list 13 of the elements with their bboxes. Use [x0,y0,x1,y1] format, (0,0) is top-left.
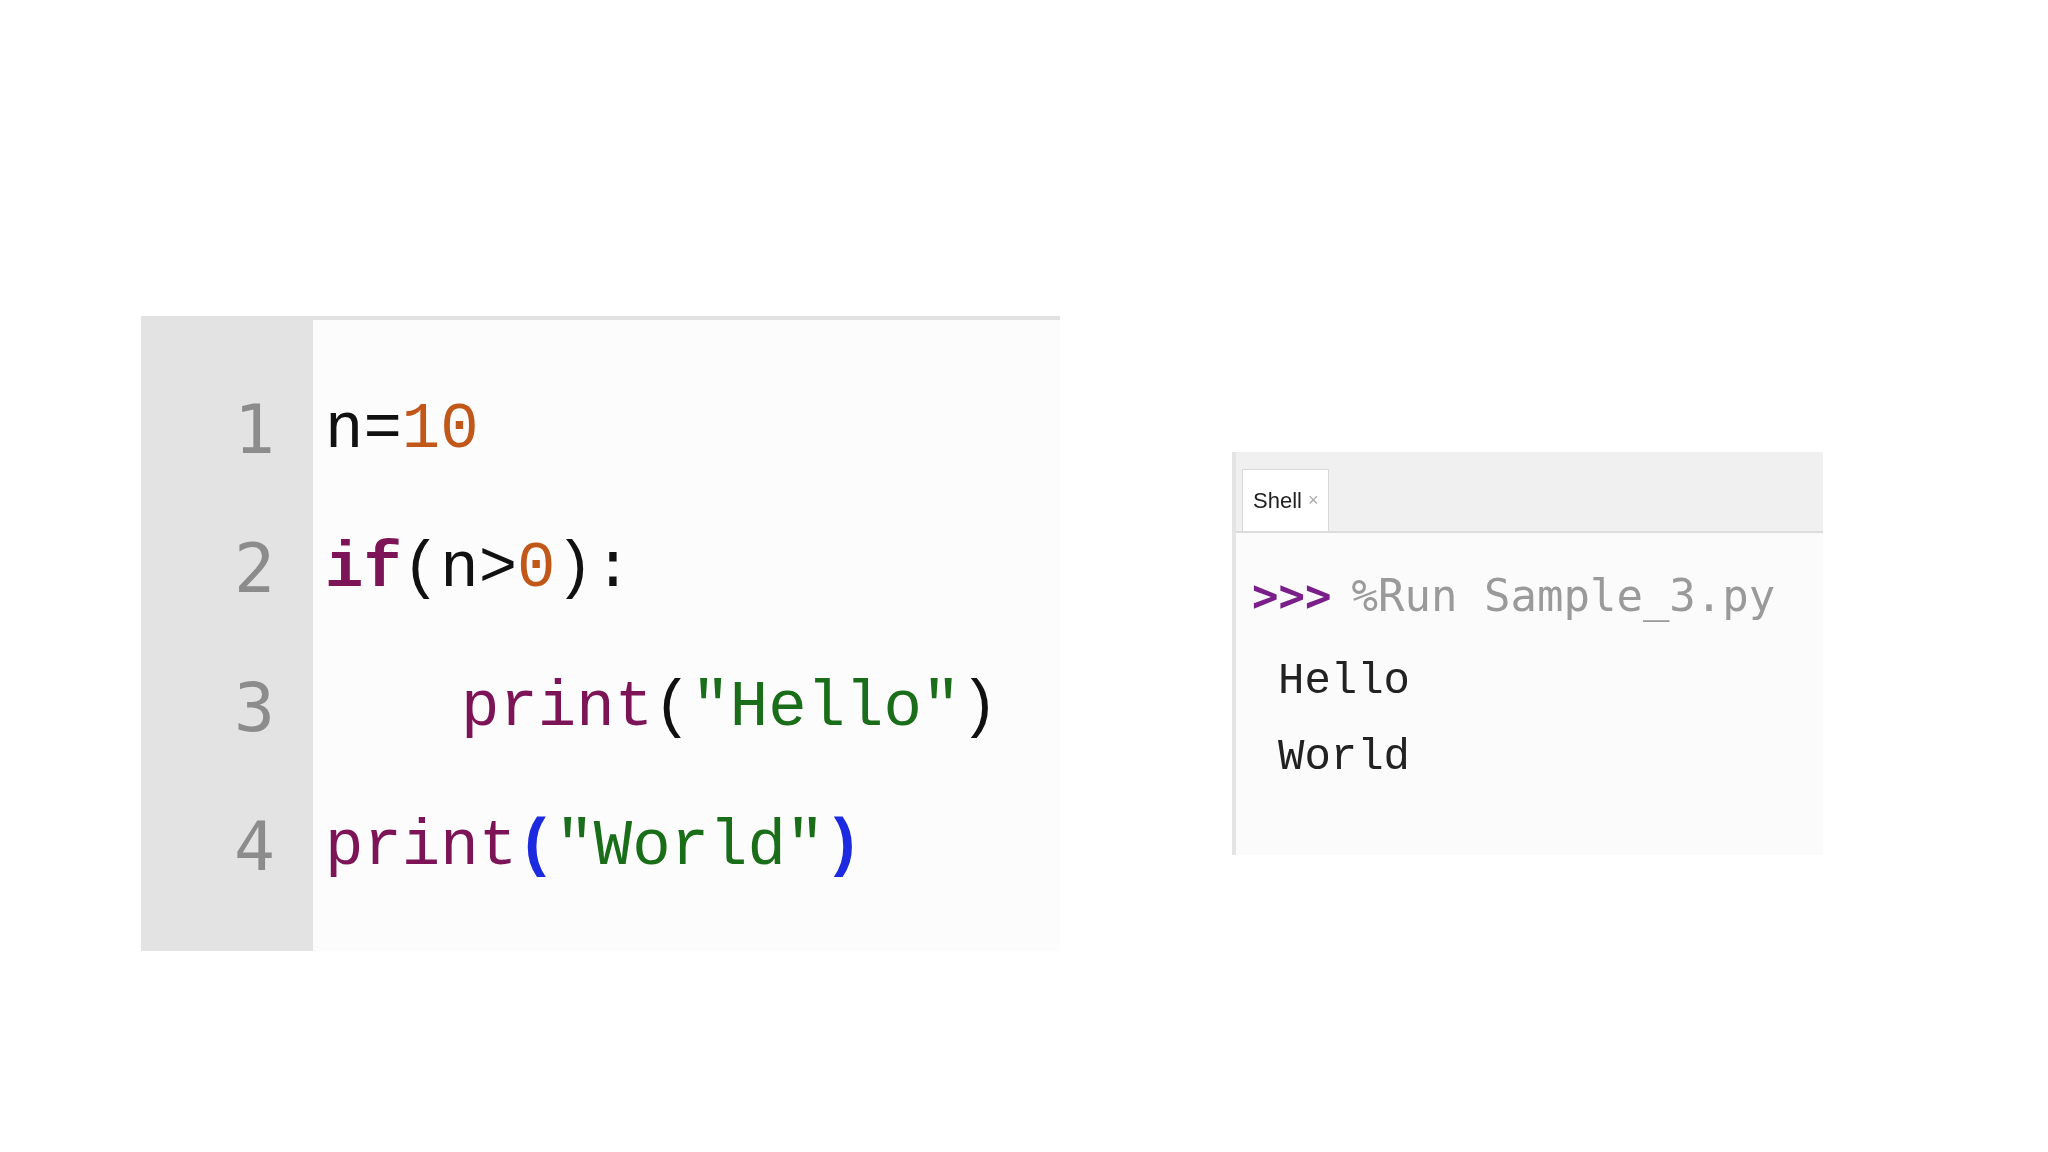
code-line: n=10 [325,392,479,468]
code-line: if(n>0): [325,531,633,607]
run-command: %Run Sample_3.py [1351,569,1776,624]
line-number: 3 [233,666,276,749]
shell-tab[interactable]: Shell × [1242,469,1330,531]
code-line: print("World") [325,809,863,885]
line-number: 2 [233,527,276,610]
code-line: print("Hello") [461,670,999,746]
output-line: World [1278,731,1412,784]
line-number: 1 [233,388,276,471]
shell-prompt: >>> [1252,569,1332,623]
output-line: Hello [1278,655,1412,708]
line-number: 4 [233,805,276,888]
